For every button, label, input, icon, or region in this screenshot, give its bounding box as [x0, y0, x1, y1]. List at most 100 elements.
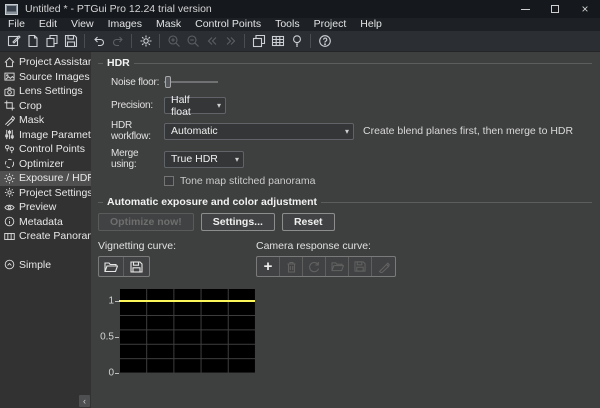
sidebar-item-exposure-hdr[interactable]: Exposure / HDR	[0, 171, 91, 186]
detail-grid-icon	[271, 34, 285, 48]
edit-curve-button[interactable]	[372, 257, 395, 276]
sidebar-item-crop[interactable]: Crop	[0, 99, 91, 114]
new-project-button[interactable]	[4, 33, 23, 50]
add-curve-button[interactable]: +	[257, 257, 280, 276]
chart-plot-area	[119, 289, 255, 373]
menu-mask[interactable]: Mask	[149, 18, 188, 31]
zoom-out-button[interactable]	[183, 33, 202, 50]
new-project-icon	[7, 34, 21, 48]
duplicate-project-icon	[45, 34, 59, 48]
menu-file[interactable]: File	[1, 18, 32, 31]
reset-button[interactable]: Reset	[282, 213, 335, 231]
redo-icon	[111, 34, 125, 48]
next-button[interactable]	[221, 33, 240, 50]
previous-icon	[205, 34, 219, 48]
toolbar-separator	[310, 34, 311, 48]
hdr-group-title: HDR	[98, 57, 592, 69]
vignetting-curve-line	[119, 300, 255, 302]
maximize-button[interactable]	[540, 0, 570, 18]
zoom-in-button[interactable]	[164, 33, 183, 50]
toolbar	[0, 31, 600, 52]
window-title: Untitled * - PTGui Pro 12.24 trial versi…	[25, 3, 212, 15]
sliders-icon	[3, 129, 16, 141]
hdr-workflow-select[interactable]: Automatic ▾	[164, 123, 354, 140]
sidebar-item-image-parameters[interactable]: Image Parameters	[0, 128, 91, 143]
save-curve-button[interactable]	[349, 257, 372, 276]
floppy-save-icon	[130, 261, 143, 273]
sidebar-nav: Project Assistant Source Images Lens Set…	[0, 52, 91, 408]
sidebar-item-create-panorama[interactable]: Create Panorama	[0, 229, 91, 244]
menu-project[interactable]: Project	[307, 18, 354, 31]
floppy-save-icon	[354, 261, 366, 272]
sidebar-item-source-images[interactable]: Source Images	[0, 70, 91, 85]
save-project-icon	[64, 34, 78, 48]
sidebar-item-optimizer[interactable]: Optimizer	[0, 157, 91, 172]
y-tick-label: 0	[108, 368, 114, 379]
precision-row: Precision: Half float ▾	[98, 97, 592, 114]
refresh-icon	[308, 261, 320, 273]
camera-response-toolbar: +	[256, 256, 396, 277]
app-logo-icon	[5, 4, 19, 15]
menu-tools[interactable]: Tools	[268, 18, 307, 31]
reset-curve-button[interactable]	[303, 257, 326, 276]
minimize-button[interactable]	[510, 0, 540, 18]
chevron-down-icon: ▾	[345, 127, 349, 136]
menu-control-points[interactable]: Control Points	[188, 18, 268, 31]
redo-button[interactable]	[108, 33, 127, 50]
sidebar-item-metadata[interactable]: Metadata	[0, 215, 91, 230]
minimize-icon	[521, 9, 530, 10]
assistant-bulb-button[interactable]	[287, 33, 306, 50]
close-button[interactable]: ×	[570, 0, 600, 18]
optimize-now-button[interactable]: Optimize now!	[98, 213, 194, 231]
airbrush-icon	[3, 114, 16, 126]
duplicate-project-button[interactable]	[42, 33, 61, 50]
sidebar-item-project-settings[interactable]: Project Settings	[0, 186, 91, 201]
noise-floor-slider[interactable]	[164, 75, 218, 89]
sidebar-item-lens-settings[interactable]: Lens Settings	[0, 84, 91, 99]
settings-dialog-button[interactable]: Settings...	[201, 213, 275, 231]
merge-using-select[interactable]: True HDR ▾	[164, 151, 244, 168]
vignetting-curve-chart: 1 0.5 0	[98, 289, 592, 373]
dashed-circle-icon	[3, 158, 16, 170]
sidebar-item-simple[interactable]: Simple	[0, 258, 91, 273]
save-vignetting-button[interactable]	[124, 257, 149, 276]
slider-track	[164, 81, 218, 83]
eye-icon	[3, 201, 16, 213]
slider-thumb[interactable]	[165, 76, 171, 88]
panorama-icon	[3, 230, 16, 242]
menu-help[interactable]: Help	[353, 18, 389, 31]
detail-grid-button[interactable]	[268, 33, 287, 50]
auto-exposure-group-title: Automatic exposure and color adjustment	[98, 196, 592, 208]
menu-view[interactable]: View	[64, 18, 101, 31]
gear-icon	[3, 187, 16, 199]
sidebar-collapse-button[interactable]: ‹	[79, 395, 90, 407]
merge-using-value: True HDR	[171, 153, 218, 165]
help-button[interactable]	[315, 33, 334, 50]
toolbar-separator	[84, 34, 85, 48]
undo-button[interactable]	[89, 33, 108, 50]
toolbar-separator	[244, 34, 245, 48]
sidebar-item-mask[interactable]: Mask	[0, 113, 91, 128]
menu-edit[interactable]: Edit	[32, 18, 64, 31]
tonemap-checkbox[interactable]	[164, 176, 174, 186]
sidebar-item-project-assistant[interactable]: Project Assistant	[0, 55, 91, 70]
load-vignetting-button[interactable]	[99, 257, 124, 276]
panorama-editor-icon	[252, 34, 266, 48]
chart-y-axis: 1 0.5 0	[98, 289, 119, 373]
save-project-button[interactable]	[61, 33, 80, 50]
load-curve-button[interactable]	[326, 257, 349, 276]
panorama-editor-button[interactable]	[249, 33, 268, 50]
open-project-button[interactable]	[23, 33, 42, 50]
noise-floor-row: Noise floor:	[98, 74, 592, 90]
settings-gear-icon	[139, 34, 153, 48]
precision-select[interactable]: Half float ▾	[164, 97, 226, 114]
sidebar-item-control-points[interactable]: Control Points	[0, 142, 91, 157]
y-tick-label: 1	[108, 296, 114, 307]
delete-curve-button[interactable]	[280, 257, 303, 276]
previous-button[interactable]	[202, 33, 221, 50]
sidebar-item-preview[interactable]: Preview	[0, 200, 91, 215]
toolbar-separator	[131, 34, 132, 48]
settings-button[interactable]	[136, 33, 155, 50]
hdr-workflow-value: Automatic	[171, 125, 218, 137]
menu-images[interactable]: Images	[101, 18, 149, 31]
